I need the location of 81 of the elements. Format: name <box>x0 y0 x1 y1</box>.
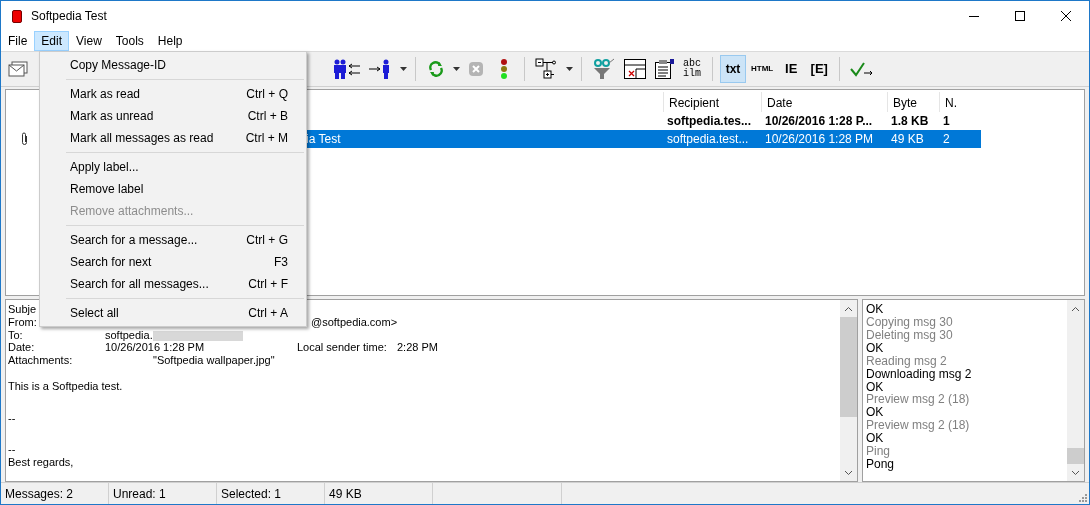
log-line: Preview msg 2 (18) <box>866 393 971 407</box>
body-text: This is a Softpedia test. <box>8 379 123 392</box>
status-text: Unread: 1 <box>109 483 217 504</box>
header-label: Attachments: <box>8 354 73 367</box>
log-line: Reading msg 2 <box>866 354 948 368</box>
abc-button[interactable]: abc ilm <box>679 54 705 83</box>
caret-icon[interactable] <box>399 66 407 71</box>
caret-icon[interactable] <box>565 66 573 71</box>
scroll-down-icon[interactable] <box>845 470 852 475</box>
menu-item[interactable]: Search for a message... Ctrl + G <box>40 229 306 251</box>
header-label: From: <box>8 315 37 328</box>
window-title: Softpedia Test <box>31 9 108 23</box>
log-line: OK <box>866 341 884 355</box>
recipient-address: softpedia. <box>105 328 153 342</box>
menu-item[interactable]: Mark as read Ctrl + Q <box>40 83 306 105</box>
header-label: Local sender time: <box>297 341 388 355</box>
sender-address: @softpedia.com> <box>310 315 398 329</box>
header-label: Date: <box>8 341 35 354</box>
menu-item[interactable]: Search for all messages... Ctrl + F <box>40 273 306 295</box>
body-text: -- <box>8 443 16 456</box>
menu-item[interactable]: Mark as unread Ctrl + B <box>40 105 306 127</box>
menu-item[interactable]: Mark all messages as read Ctrl + M <box>40 127 306 149</box>
app-icon <box>12 9 22 23</box>
log-line: Preview msg 2 (18) <box>866 419 971 433</box>
status-text: Messages: 2 <box>1 483 109 504</box>
attachment-name: "Softpedia wallpaper.jpg" <box>152 354 275 368</box>
view-mode-button[interactable]: [E] <box>806 54 833 83</box>
column-header[interactable]: Recipient <box>663 91 761 112</box>
log-line: Deleting msg 30 <box>866 328 954 342</box>
view-mode-button[interactable]: txt <box>720 54 746 83</box>
table-cell: 10/26/2016 1:28 PM <box>761 129 887 148</box>
header-label: To: <box>8 328 23 341</box>
header-label: Subje <box>8 303 37 316</box>
log-line: OK <box>866 432 885 446</box>
log-line: OK <box>866 380 884 394</box>
table-cell: 2 <box>939 129 981 148</box>
menu-item[interactable]: Tools <box>108 31 151 51</box>
menu-item[interactable]: Search for next F3 <box>40 251 306 273</box>
close-icon[interactable] <box>1061 11 1071 21</box>
scroll-up-icon[interactable] <box>845 306 852 311</box>
log-line: OK <box>866 406 885 420</box>
body-text: -- <box>8 411 16 424</box>
scroll-down-icon[interactable] <box>1072 470 1079 475</box>
status-text: 49 KB <box>325 483 433 504</box>
scrollbar[interactable] <box>840 300 857 482</box>
table-cell-text: 10/26/2016 1:28 P... <box>764 113 874 128</box>
log-line: Copying msg 30 <box>866 315 954 329</box>
table-cell-text: softpedia.tes... <box>666 113 753 128</box>
log-line: OK <box>866 303 885 316</box>
menu-item[interactable]: Edit <box>34 31 70 51</box>
log-line: Pong <box>866 457 896 471</box>
table-cell: softpedia.test... <box>663 129 761 148</box>
scroll-up-icon[interactable] <box>1072 306 1079 311</box>
table-cell: ia Test <box>306 131 341 146</box>
column-header[interactable]: Date <box>761 91 887 112</box>
status-text: Selected: 1 <box>217 483 325 504</box>
menu-item[interactable]: Apply label... <box>40 156 306 178</box>
menu-item[interactable]: Select all Ctrl + A <box>40 302 306 324</box>
column-header[interactable]: N. <box>939 91 981 112</box>
menu-item[interactable]: File <box>1 31 35 51</box>
scrollbar-thumb[interactable] <box>840 317 857 418</box>
menu-item[interactable]: Remove label <box>40 178 306 200</box>
column-header[interactable]: Byte <box>887 91 939 112</box>
view-mode-button[interactable]: IE <box>778 54 805 83</box>
menu-item[interactable]: Help <box>150 31 190 51</box>
menu-item[interactable]: View <box>69 31 109 51</box>
menu-item[interactable]: Copy Message-ID <box>40 54 306 76</box>
scrollbar[interactable] <box>1067 300 1084 482</box>
table-cell-text: 1.8 KB <box>890 113 930 128</box>
table-cell-text: 1 <box>942 113 951 128</box>
resize-grip-icon[interactable] <box>1079 494 1087 502</box>
log-line: Ping <box>866 445 892 458</box>
date-value: 10/26/2016 1:28 PM <box>105 341 206 355</box>
log-line: Downloading msg 2 <box>866 367 973 381</box>
maximize-icon[interactable] <box>1015 11 1025 21</box>
body-text: Best regards, <box>8 456 74 469</box>
scrollbar-thumb[interactable] <box>1067 448 1084 465</box>
local-time-value: 2:28 PM <box>397 341 438 355</box>
caret-icon[interactable] <box>452 66 460 71</box>
table-cell: 49 KB <box>887 129 939 148</box>
view-mode-button[interactable]: HTML <box>748 54 777 83</box>
